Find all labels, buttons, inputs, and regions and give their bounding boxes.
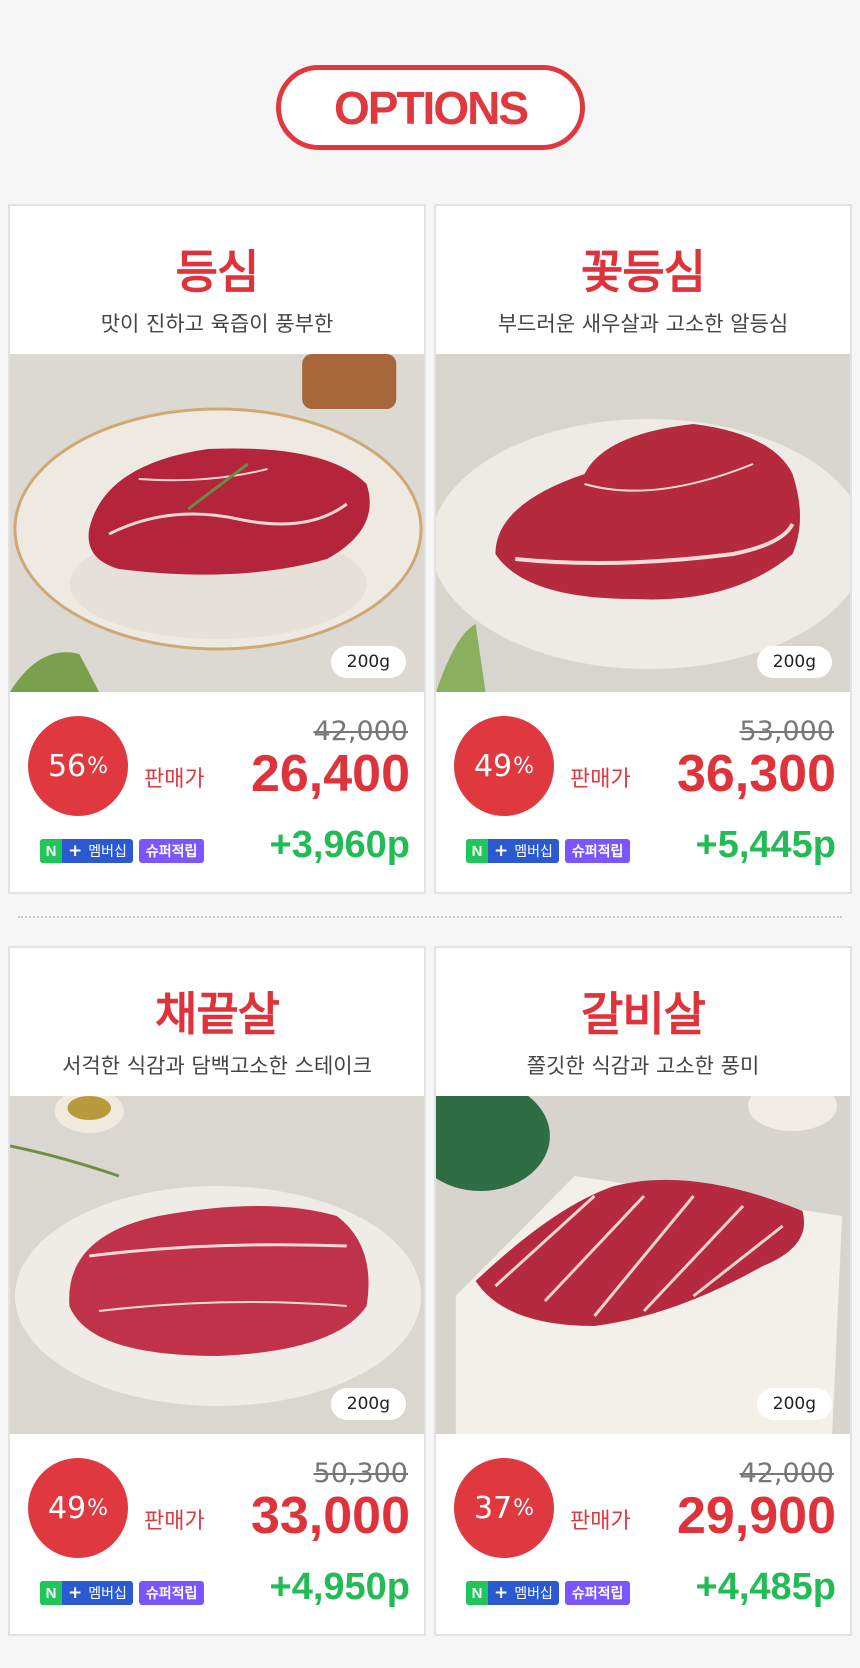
reward-points: +4,485p [695,1566,837,1608]
product-photo[interactable]: 200g [10,354,424,692]
sale-label: 판매가 [570,1509,631,1534]
naver-plus-icon: + [494,1583,509,1603]
sale-price: 36,300 [676,745,836,803]
discount-value: 49 [473,748,513,784]
product-card-deungsim[interactable]: 등심 맛이 진하고 육즙이 풍부한 200g 56% 42,000 판매가 26… [8,204,426,894]
naver-n-icon: N [40,839,62,863]
original-price: 53,000 [739,716,834,747]
product-name: 채끝살 [155,987,280,1041]
discount-badge: 37% [454,1458,554,1558]
super-points-badge: 슈퍼적립 [564,839,631,863]
original-price: 42,000 [313,716,408,747]
weight-label: 200g [330,1388,406,1420]
naver-plus-icon: + [494,841,509,861]
percent-sign: % [87,753,109,779]
percent-sign: % [513,753,535,779]
weight-label: 200g [330,646,406,678]
reward-points: +4,950p [269,1566,411,1608]
naver-plus-icon: + [68,841,83,861]
product-photo[interactable]: 200g [436,1096,850,1434]
benefit-badges: N + 멤버십 슈퍼적립 [40,839,205,863]
naver-n-icon: N [466,839,488,863]
product-description: 서걱한 식감과 담백고소한 스테이크 [62,1054,372,1078]
product-photo[interactable]: 200g [10,1096,424,1434]
product-name: 갈비살 [581,987,706,1041]
product-card-kkotdeungsim[interactable]: 꽃등심 부드러운 새우살과 고소한 알등심 200g 49% 53,000 판매… [434,204,852,894]
product-description: 부드러운 새우살과 고소한 알등심 [497,312,789,336]
sale-label: 판매가 [144,767,205,792]
discount-badge: 49% [454,716,554,816]
discount-badge: 49% [28,1458,128,1558]
product-card-chaekkeutsal[interactable]: 채끝살 서걱한 식감과 담백고소한 스테이크 200g 49% 50,300 판… [8,946,426,1636]
naver-membership-badge: N + 멤버십 [466,1581,559,1605]
product-card-galbisal[interactable]: 갈비살 쫄깃한 식감과 고소한 풍미 200g 37% 42,000 판매가 2… [434,946,852,1636]
sale-price: 29,900 [676,1487,836,1545]
super-points-badge: 슈퍼적립 [138,1581,205,1605]
sale-price: 33,000 [250,1487,410,1545]
discount-badge: 56% [28,716,128,816]
benefit-badges: N + 멤버십 슈퍼적립 [40,1581,205,1605]
discount-value: 56 [47,748,87,784]
discount-value: 37 [473,1490,513,1526]
percent-sign: % [87,1495,109,1521]
weight-label: 200g [756,646,832,678]
naver-membership-badge: N + 멤버십 [40,1581,133,1605]
product-photo[interactable]: 200g [436,354,850,692]
membership-text: 멤버십 [514,844,553,860]
options-heading: OPTIONS [276,65,585,150]
product-name: 꽃등심 [581,245,706,299]
naver-n-icon: N [466,1581,488,1605]
reward-points: +5,445p [695,824,837,866]
naver-n-icon: N [40,1581,62,1605]
discount-value: 49 [47,1490,87,1526]
naver-membership-badge: N + 멤버십 [466,839,559,863]
weight-label: 200g [756,1388,832,1420]
naver-membership-badge: N + 멤버십 [40,839,133,863]
naver-plus-icon: + [68,1583,83,1603]
product-description: 맛이 진하고 육즙이 풍부한 [100,312,334,336]
sale-price: 26,400 [250,745,410,803]
membership-text: 멤버십 [514,1586,553,1602]
super-points-badge: 슈퍼적립 [564,1581,631,1605]
product-name: 등심 [175,245,260,299]
benefit-badges: N + 멤버십 슈퍼적립 [466,839,631,863]
section-divider [18,916,842,918]
original-price: 42,000 [739,1458,834,1489]
benefit-badges: N + 멤버십 슈퍼적립 [466,1581,631,1605]
reward-points: +3,960p [269,824,411,866]
membership-text: 멤버십 [88,844,127,860]
super-points-badge: 슈퍼적립 [138,839,205,863]
product-description: 쫄깃한 식감과 고소한 풍미 [526,1054,760,1078]
sale-label: 판매가 [144,1509,205,1534]
original-price: 50,300 [313,1458,408,1489]
sale-label: 판매가 [570,767,631,792]
percent-sign: % [513,1495,535,1521]
membership-text: 멤버십 [88,1586,127,1602]
